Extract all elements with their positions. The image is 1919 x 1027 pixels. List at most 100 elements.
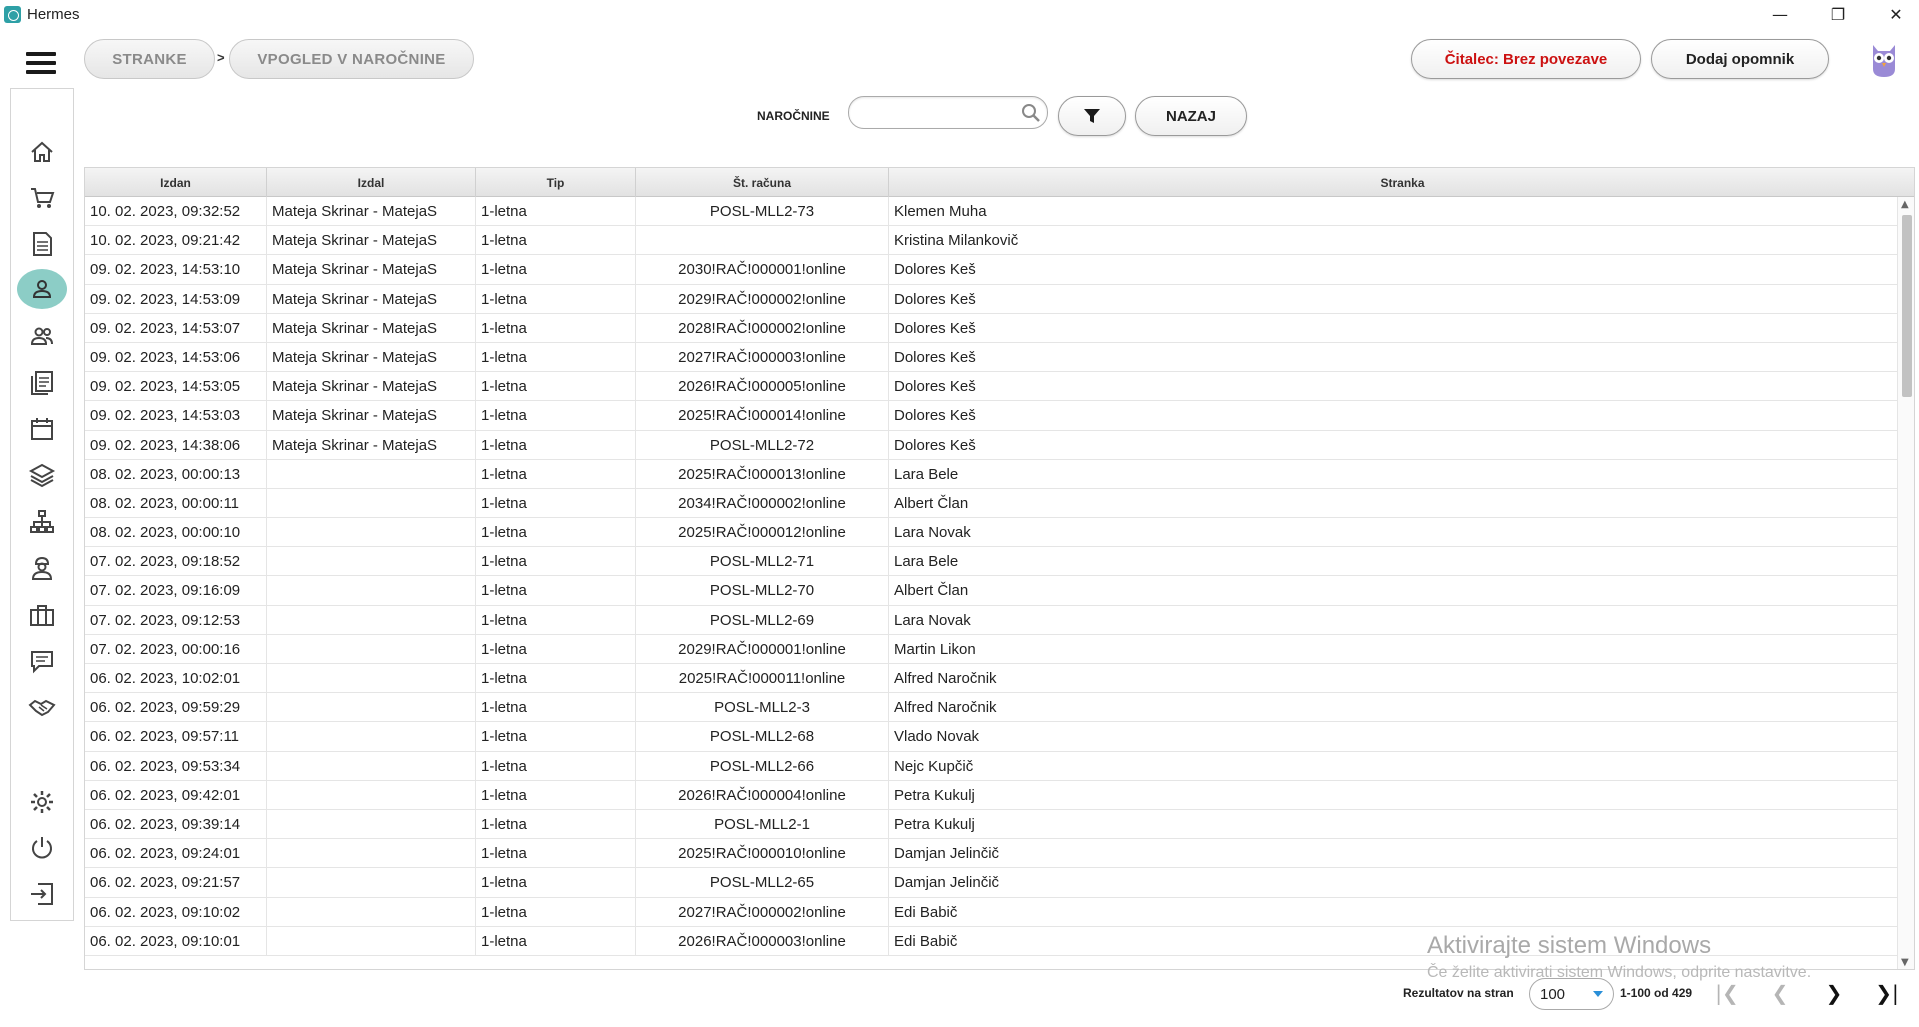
table-row[interactable]: 09. 02. 2023, 14:53:05 Mateja Skrinar - M…	[85, 372, 1897, 402]
cell-tip: 1-letna	[476, 926, 636, 956]
column-tip[interactable]: Tip	[476, 168, 636, 197]
table-row[interactable]: 09. 02. 2023, 14:53:06 Mateja Skrinar - M…	[85, 342, 1897, 373]
cell-izdal	[267, 839, 476, 869]
cell-st-racuna: 2026!RAČ!000003!online	[636, 926, 889, 956]
cell-st-racuna: POSL-MLL2-73	[636, 197, 889, 226]
table-row[interactable]: 10. 02. 2023, 09:32:52 Mateja Skrinar - M…	[85, 197, 1897, 227]
minimize-button[interactable]: —	[1757, 0, 1803, 29]
cell-st-racuna: 2025!RAČ!000011!online	[636, 664, 889, 693]
first-page-icon[interactable]: |❮	[1712, 980, 1742, 1006]
cell-st-racuna: 2028!RAČ!000002!online	[636, 313, 889, 343]
table-row[interactable]: 06. 02. 2023, 09:24:01 1-letna 2025!RAČ!00…	[85, 839, 1897, 869]
person-icon[interactable]	[17, 269, 67, 309]
previous-page-icon[interactable]: ❮	[1765, 980, 1795, 1006]
last-page-icon[interactable]: ❯|	[1872, 980, 1902, 1006]
table-row[interactable]: 06. 02. 2023, 09:53:34 1-letna POSL-MLL2-6…	[85, 751, 1897, 781]
cell-st-racuna	[636, 226, 889, 256]
table-row[interactable]: 07. 02. 2023, 00:00:16 1-letna 2029!RAČ!00…	[85, 634, 1897, 664]
table-row[interactable]: 09. 02. 2023, 14:53:09 Mateja Skrinar - M…	[85, 284, 1897, 314]
cell-izdan: 06. 02. 2023, 09:57:11	[85, 722, 267, 752]
cell-stranka: Dolores Keš	[894, 407, 976, 425]
scroll-down-icon[interactable]: ▼	[1901, 957, 1909, 968]
cell-stranka: Klemen Muha	[894, 203, 987, 220]
briefcase-icon[interactable]	[24, 597, 60, 633]
per-page-select[interactable]: 100	[1529, 978, 1614, 1010]
gear-icon[interactable]	[24, 784, 60, 820]
home-icon[interactable]	[24, 134, 60, 170]
scroll-thumb[interactable]	[1902, 215, 1912, 397]
network-icon[interactable]	[24, 504, 60, 540]
column-stranka[interactable]: Stranka	[889, 168, 1914, 197]
column-st-racuna[interactable]: Št. računa	[636, 168, 889, 197]
table-row[interactable]: 06. 02. 2023, 09:10:02 1-letna 2027!RAČ!00…	[85, 897, 1897, 927]
filter-icon	[1084, 109, 1100, 123]
search-input[interactable]	[848, 96, 1048, 129]
vertical-scrollbar[interactable]: ▲ ▼	[1897, 197, 1914, 969]
people-icon[interactable]	[24, 318, 60, 354]
table-row[interactable]: 07. 02. 2023, 09:12:53 1-letna POSL-MLL2-6…	[85, 605, 1897, 635]
cell-stranka: Lara Bele	[894, 465, 959, 483]
add-reminder-button[interactable]: Dodaj opomnik	[1651, 39, 1829, 79]
owl-avatar-icon[interactable]	[1865, 39, 1903, 79]
list-icon[interactable]	[24, 364, 60, 400]
table-row[interactable]: 06. 02. 2023, 09:42:01 1-letna 2026!RAČ!00…	[85, 780, 1897, 810]
table-row[interactable]: 08. 02. 2023, 00:00:11 1-letna 2034!RAČ!00…	[85, 488, 1897, 519]
table-row[interactable]: 09. 02. 2023, 14:38:06 Mateja Skrinar - M…	[85, 430, 1897, 460]
cell-st-racuna: 2026!RAČ!000005!online	[636, 372, 889, 402]
column-izdal[interactable]: Izdal	[267, 168, 476, 197]
document-icon[interactable]	[24, 226, 60, 262]
cell-st-racuna: POSL-MLL2-1	[636, 809, 889, 839]
calendar-icon[interactable]	[24, 411, 60, 447]
worker-icon[interactable]	[24, 550, 60, 586]
cell-st-racuna: 2025!RAČ!000014!online	[636, 401, 889, 431]
table-row[interactable]: 06. 02. 2023, 09:21:57 1-letna POSL-MLL2-6…	[85, 868, 1897, 898]
cell-stranka: Edi Babič	[894, 903, 958, 921]
table-row[interactable]: 06. 02. 2023, 10:02:01 1-letna 2025!RAČ!00…	[85, 664, 1897, 694]
power-icon[interactable]	[24, 830, 60, 866]
cell-tip: 1-letna	[476, 868, 636, 898]
chat-icon[interactable]	[24, 643, 60, 679]
logout-icon[interactable]	[24, 876, 60, 912]
table-row[interactable]: 07. 02. 2023, 09:18:52 1-letna POSL-MLL2-7…	[85, 547, 1897, 577]
search-icon[interactable]	[1021, 103, 1041, 123]
close-button[interactable]: ✕	[1873, 0, 1919, 29]
cell-stranka: Lara Bele	[894, 553, 959, 571]
table-row[interactable]: 06. 02. 2023, 09:39:14 1-letna POSL-MLL2-1…	[85, 809, 1897, 840]
table-row[interactable]: 09. 02. 2023, 14:53:03 Mateja Skrinar - M…	[85, 401, 1897, 431]
breadcrumb-vpogled[interactable]: VPOGLED V NAROČNINE	[229, 39, 474, 79]
cell-izdan: 06. 02. 2023, 09:10:02	[85, 897, 267, 927]
cell-izdan: 09. 02. 2023, 14:38:06	[85, 430, 267, 460]
table-row[interactable]: 09. 02. 2023, 14:53:07 Mateja Skrinar - M…	[85, 313, 1897, 343]
layers-icon[interactable]	[24, 457, 60, 493]
menu-icon[interactable]	[26, 52, 56, 74]
table-row[interactable]: 08. 02. 2023, 00:00:10 1-letna 2025!RAČ!00…	[85, 518, 1897, 548]
table-row[interactable]: 10. 02. 2023, 09:21:42 Mateja Skrinar - M…	[85, 226, 1897, 256]
table-row[interactable]: 06. 02. 2023, 09:57:11 1-letna POSL-MLL2-6…	[85, 722, 1897, 752]
filter-button[interactable]	[1058, 96, 1126, 136]
breadcrumb-separator: >	[217, 50, 225, 65]
table-row[interactable]: 06. 02. 2023, 09:59:29 1-letna POSL-MLL2-3…	[85, 693, 1897, 723]
cell-tip: 1-letna	[476, 226, 636, 256]
scroll-up-icon[interactable]: ▲	[1901, 199, 1909, 210]
cell-izdal	[267, 722, 476, 752]
next-page-icon[interactable]: ❯	[1819, 980, 1849, 1006]
handshake-icon[interactable]	[24, 689, 60, 725]
cell-izdal: Mateja Skrinar - MatejaS	[267, 197, 476, 226]
breadcrumb-stranke[interactable]: STRANKE	[84, 39, 215, 79]
back-button[interactable]: NAZAJ	[1135, 96, 1247, 136]
cell-tip: 1-letna	[476, 693, 636, 723]
window-title: Hermes	[27, 6, 80, 23]
reader-status-button[interactable]: Čitalec: Brez povezave	[1411, 39, 1641, 79]
table-row[interactable]: 08. 02. 2023, 00:00:13 1-letna 2025!RAČ!00…	[85, 459, 1897, 489]
column-izdan[interactable]: Izdan	[85, 168, 267, 197]
table-row[interactable]: 07. 02. 2023, 09:16:09 1-letna POSL-MLL2-7…	[85, 576, 1897, 606]
cell-stranka: Dolores Keš	[894, 436, 976, 454]
cell-tip: 1-letna	[476, 518, 636, 548]
cart-icon[interactable]	[24, 180, 60, 216]
cell-tip: 1-letna	[476, 780, 636, 810]
restore-button[interactable]: ❐	[1815, 0, 1861, 29]
sidebar	[10, 88, 74, 921]
cell-st-racuna: POSL-MLL2-70	[636, 576, 889, 606]
cell-izdal	[267, 634, 476, 664]
table-row[interactable]: 09. 02. 2023, 14:53:10 Mateja Skrinar - M…	[85, 255, 1897, 285]
